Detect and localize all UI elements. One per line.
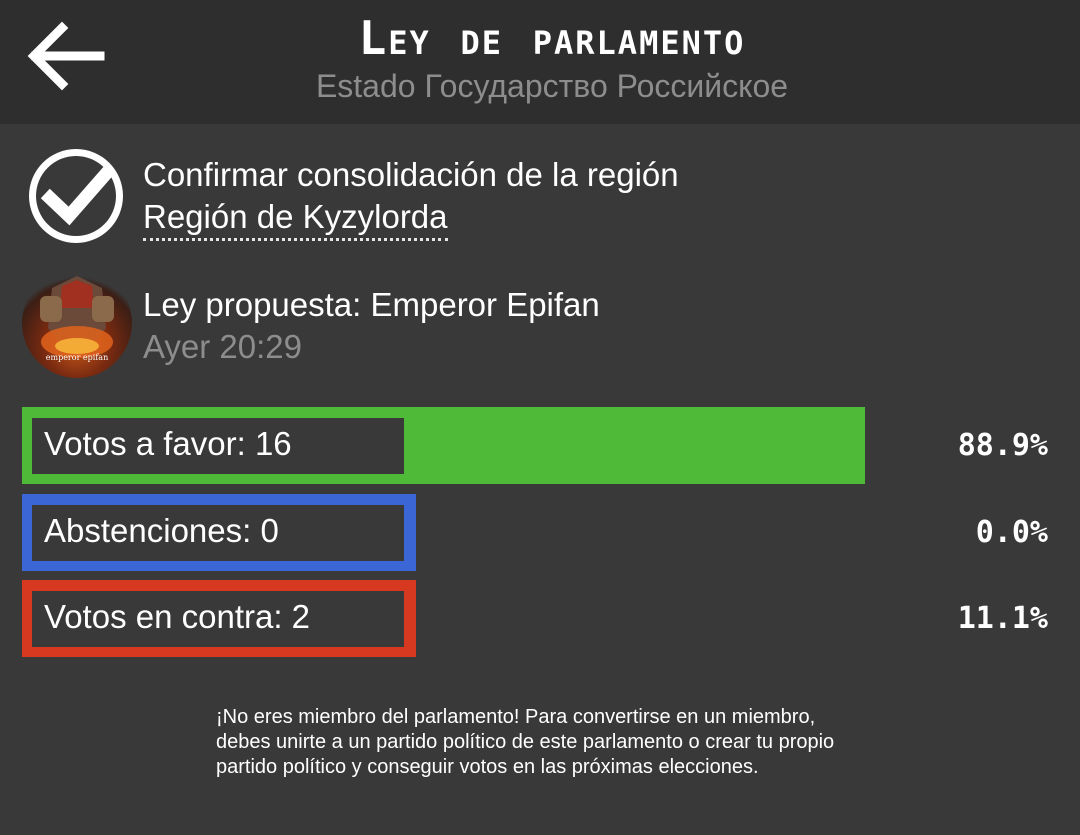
header-bar: Ley de parlamento Estado Государство Рос… bbox=[0, 0, 1080, 124]
votes-against-label: Votos en contra: 2 bbox=[32, 591, 404, 647]
avatar-image: emperor epifan bbox=[40, 276, 114, 362]
proposal-date: Ayer 20:29 bbox=[143, 328, 303, 365]
abstentions-label: Abstenciones: 0 bbox=[32, 505, 404, 561]
avatar[interactable]: emperor epifan bbox=[22, 268, 132, 378]
law-title: Confirmar consolidación de la región bbox=[143, 156, 679, 193]
abstentions-percent: 0.0% bbox=[975, 515, 1048, 550]
votes-for-label: Votos a favor: 16 bbox=[32, 418, 404, 474]
avatar-logo-text: emperor epifan bbox=[46, 353, 108, 362]
region-link[interactable]: Región de Kyzylorda bbox=[143, 196, 448, 241]
votes-against-percent: 11.1% bbox=[957, 601, 1048, 636]
votes-for-percent: 88.9% bbox=[957, 428, 1048, 463]
state-name: Estado Государство Российское bbox=[315, 68, 789, 104]
page-title: Ley de parlamento bbox=[358, 11, 746, 65]
check-circle-icon bbox=[29, 149, 123, 243]
votes-against-bar: Votos en contra: 2 bbox=[22, 580, 416, 657]
abstentions-bar: Abstenciones: 0 bbox=[22, 494, 416, 571]
votes-for-bar: Votos a favor: 16 bbox=[22, 407, 865, 484]
membership-notice: ¡No eres miembro del parlamento! Para co… bbox=[216, 706, 835, 778]
proposer-label: Ley propuesta: Emperor Epifan bbox=[143, 286, 600, 323]
